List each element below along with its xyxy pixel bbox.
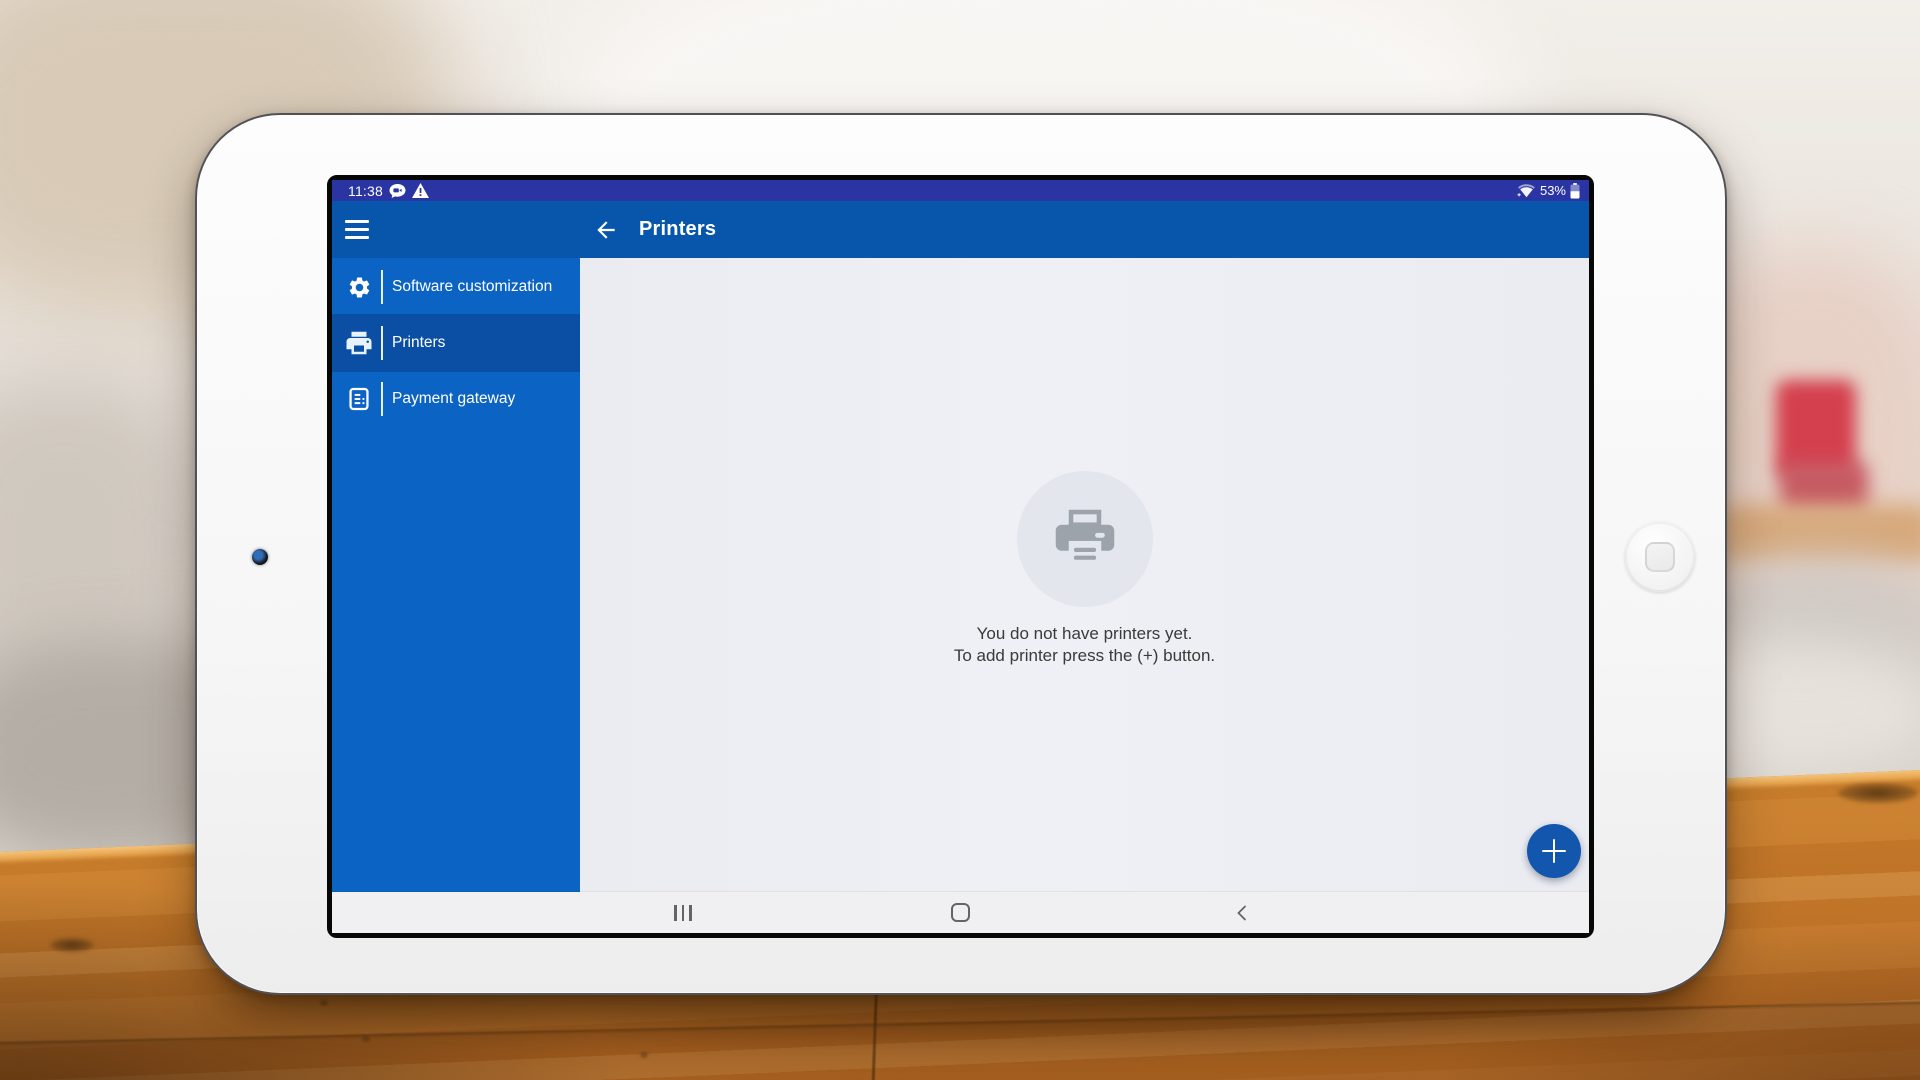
tablet-screen: 11:38 xyxy=(327,175,1594,938)
sidebar-item-software-customization[interactable]: Software customization xyxy=(332,260,580,314)
tablet-scene: 11:38 xyxy=(0,0,1920,1080)
wifi-icon xyxy=(1517,183,1536,198)
sidebar-item-divider xyxy=(381,382,383,416)
physical-home-button[interactable] xyxy=(1625,522,1695,592)
printer-icon xyxy=(344,328,374,358)
home-icon xyxy=(951,903,970,922)
sidebar-item-label: Payment gateway xyxy=(392,390,515,408)
sidebar-item-label: Software customization xyxy=(392,278,552,296)
printer-placeholder-icon xyxy=(1046,500,1124,578)
sidebar-item-printers[interactable]: Printers xyxy=(332,315,580,371)
sidebar-item-divider xyxy=(381,270,383,304)
sidebar-item-payment-gateway[interactable]: Payment gateway xyxy=(332,372,580,426)
android-nav-bar xyxy=(332,892,1589,933)
empty-state-subtitle: To add printer press the (+) button. xyxy=(954,646,1215,666)
content-area: You do not have printers yet. To add pri… xyxy=(580,258,1589,892)
back-chevron-icon xyxy=(1234,904,1250,922)
app-display: 11:38 xyxy=(332,180,1589,933)
empty-state: You do not have printers yet. To add pri… xyxy=(580,471,1589,666)
receipt-icon xyxy=(344,384,374,414)
app-toolbar: Printers xyxy=(332,201,1589,258)
plus-icon xyxy=(1542,839,1566,863)
battery-percent: 53% xyxy=(1540,183,1566,198)
empty-state-title: You do not have printers yet. xyxy=(977,624,1193,644)
message-notification-icon xyxy=(389,184,406,198)
back-nav-button[interactable] xyxy=(1212,892,1272,933)
status-time: 11:38 xyxy=(348,183,383,199)
recents-button[interactable] xyxy=(653,892,713,933)
tablet-device: 11:38 xyxy=(195,113,1727,995)
recents-icon xyxy=(674,905,691,921)
home-nav-button[interactable] xyxy=(930,892,990,933)
page-title: Printers xyxy=(639,218,716,241)
status-bar: 11:38 xyxy=(332,180,1589,201)
gear-icon xyxy=(344,272,374,302)
sidebar-item-divider xyxy=(381,326,383,360)
battery-icon xyxy=(1570,183,1580,199)
front-camera xyxy=(252,549,268,565)
wood-knot xyxy=(1838,783,1918,803)
hamburger-menu-button[interactable] xyxy=(345,214,375,244)
sidebar: Software customization Printers xyxy=(332,258,580,892)
cutting-board-blur xyxy=(1722,505,1920,563)
printer-placeholder-circle xyxy=(1017,471,1153,607)
add-printer-fab[interactable] xyxy=(1527,824,1581,878)
warning-icon xyxy=(412,183,429,198)
hamburger-icon xyxy=(345,220,369,223)
back-arrow-icon[interactable] xyxy=(593,217,619,243)
sidebar-item-label: Printers xyxy=(392,334,445,352)
